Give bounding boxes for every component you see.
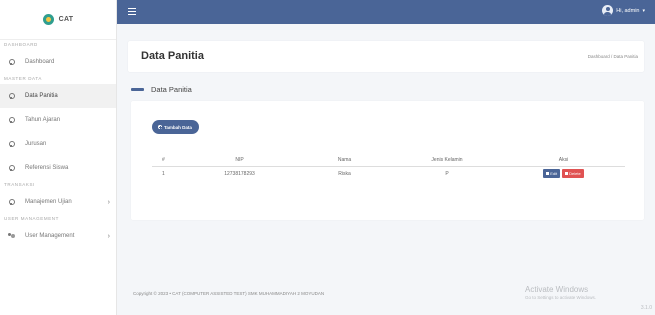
table-row: 1 12738178293 Riska P Edit Delete [152,166,625,181]
watermark-subtitle: Go to Settings to activate Windows. [525,295,597,300]
chevron-right-icon: › [107,198,110,206]
plus-circle-icon [158,125,162,129]
sidebar-item-dashboard[interactable]: Dashboard [0,50,116,74]
users-icon [8,233,15,239]
cell-aksi: Edit Delete [502,166,625,181]
table-header-row: # NIP Nama Jenis Kelamin Aksi [152,154,625,167]
sidebar-item-referensi-siswa[interactable]: Referensi Siswa [0,156,116,180]
add-data-label: Tambah Data [164,124,192,130]
chevron-right-icon: › [107,232,110,240]
content-subtitle: Data Panitia [131,85,192,94]
add-data-button[interactable]: Tambah Data [152,120,199,134]
page-header: Data Panitia Dashboard / Data Panitia [128,41,644,72]
version-label: 3.1.0 [640,305,652,311]
column-header-nama[interactable]: Nama [297,154,392,167]
subtitle-text: Data Panitia [151,85,192,94]
topbar: Hi, admin ▾ [117,0,655,24]
edit-icon [546,172,550,176]
sidebar-item-label: Jurusan [25,141,47,147]
section-dashboard: DASHBOARD [4,42,38,47]
sidebar-item-user-management[interactable]: User Management › [0,224,116,248]
gear-icon [8,141,15,147]
column-header-no[interactable]: # [152,154,182,167]
section-transaksi: TRANSAKSI [4,182,35,187]
breadcrumb[interactable]: Dashboard / Data Panitia [588,54,638,59]
delete-button[interactable]: Delete [562,169,584,179]
sidebar-item-jurusan[interactable]: Jurusan [0,132,116,156]
cell-no: 1 [162,170,165,177]
cell-nama: Riska [338,170,351,177]
footer-copyright: Copyright © 2023 • CAT (COMPUTER ASSISTE… [133,291,325,296]
column-header-jenis-kelamin[interactable]: Jenis Kelamin [392,154,502,167]
data-table: # NIP Nama Jenis Kelamin Aksi 1 12738178… [152,154,625,181]
cell-jenis-kelamin: P [445,170,449,177]
sidebar-item-manajemen-ujian[interactable]: Manajemen Ujian › [0,190,116,214]
user-greeting: Hi, admin [616,7,640,14]
brand[interactable]: CAT [0,0,116,40]
menu-toggle-icon[interactable] [128,8,136,15]
gear-icon [8,199,15,205]
gear-icon [8,165,15,171]
data-card: Tambah Data # NIP Nama Jenis Kelamin Aks… [131,101,644,220]
avatar [602,5,614,16]
activate-windows-watermark: Activate Windows Go to Settings to activ… [525,285,596,300]
sidebar-item-label: Manajemen Ujian [25,199,72,205]
sidebar-item-label: Tahun Ajaran [25,117,61,123]
trash-icon [565,172,569,176]
section-master-data: MASTER DATA [4,76,42,81]
sidebar-item-data-panitia[interactable]: Data Panitia [0,84,116,108]
sidebar: CAT DASHBOARD Dashboard MASTER DATA Data… [0,0,117,315]
column-header-nip[interactable]: NIP [182,154,297,167]
edit-label: Edit [550,171,558,177]
edit-button[interactable]: Edit [543,169,561,179]
gear-icon [8,117,15,123]
caret-down-icon: ▾ [642,7,645,14]
row-actions: Edit Delete [543,169,584,179]
section-user-management: USER MANAGEMENT [4,216,60,221]
user-menu[interactable]: Hi, admin ▾ [602,5,645,16]
subtitle-bar [131,88,144,91]
sidebar-item-label: Referensi Siswa [25,165,69,171]
column-header-aksi[interactable]: Aksi [502,154,625,167]
gear-icon [8,59,15,65]
watermark-title: Activate Windows [525,285,589,294]
cell-nip: 12738178293 [224,170,255,177]
sidebar-item-label: User Management [25,233,75,239]
page-title: Data Panitia [141,50,204,62]
delete-label: Delete [569,171,581,177]
brand-name: CAT [58,16,74,23]
sidebar-item-label: Dashboard [25,59,55,65]
sidebar-item-label: Data Panitia [25,93,58,99]
gear-icon [8,93,15,99]
logo-icon [42,14,54,25]
sidebar-item-tahun-ajaran[interactable]: Tahun Ajaran [0,108,116,132]
